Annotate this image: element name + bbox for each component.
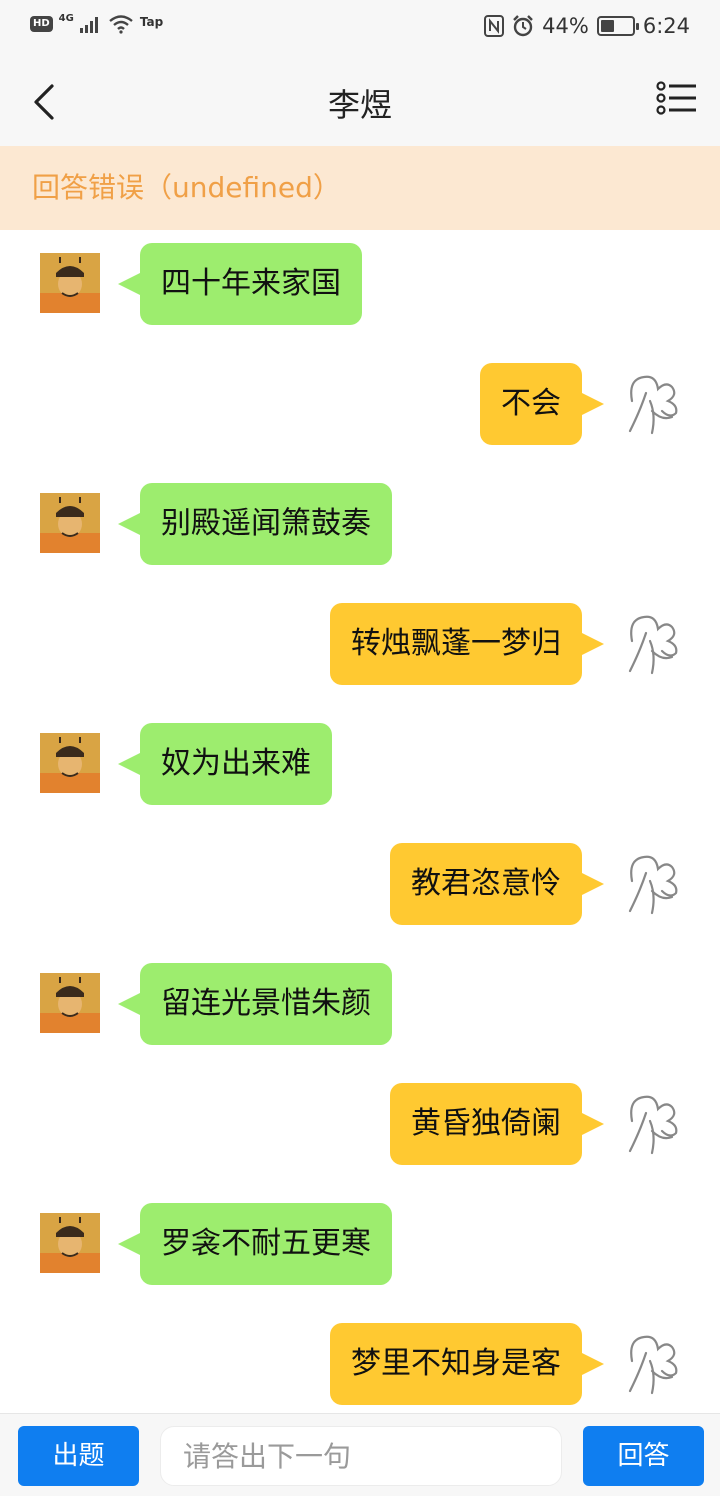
list-menu-icon[interactable] [656,80,698,116]
user-avatar[interactable] [622,1331,682,1397]
poet-avatar[interactable] [40,733,100,793]
user-message-bubble[interactable]: 不会 [480,363,604,445]
poet-avatar[interactable] [40,493,100,553]
ask-question-button[interactable]: 出题 [18,1426,139,1486]
user-message-row: 梦里不知身是客 [0,1323,720,1407]
bottom-bar: 出题 回答 [0,1413,720,1496]
answer-input[interactable] [160,1426,562,1486]
clock: 6:24 [642,14,690,38]
poet-message-bubble[interactable]: 留连光景惜朱颜 [118,963,392,1045]
nav-bar: 李煜 [0,58,720,146]
battery-icon [596,16,639,36]
user-message-bubble[interactable]: 教君恣意怜 [390,843,604,925]
wifi-icon [109,15,133,34]
poet-message-bubble[interactable]: 罗衾不耐五更寒 [118,1203,392,1285]
page-title: 李煜 [327,86,392,124]
poet-message-row: 奴为出来难 [0,723,720,807]
user-message-bubble[interactable]: 转烛飘蓬一梦归 [330,603,604,685]
nfc-icon [484,15,505,37]
user-avatar[interactable] [622,1091,682,1157]
poet-message-row: 留连光景惜朱颜 [0,963,720,1047]
user-message-bubble[interactable]: 梦里不知身是客 [330,1323,604,1405]
signal-icon [79,17,98,33]
user-message-row: 不会 [0,363,720,447]
battery-percent: 44% [542,14,589,38]
hd-badge: HD [30,16,53,32]
user-avatar[interactable] [622,611,682,677]
status-bar: HD 4G Tap 44% 6:24 [0,0,720,58]
poet-avatar[interactable] [40,973,100,1033]
network-type: 4G [58,12,74,24]
answer-status-banner: 回答错误（undefined） [0,146,720,230]
user-message-row: 教君恣意怜 [0,843,720,927]
tap-label: Tap [139,15,164,29]
poet-message-row: 别殿遥闻箫鼓奏 [0,483,720,567]
chat-list[interactable]: 四十年来家国不会别殿遥闻箫鼓奏转烛飘蓬一梦归奴为出来难 教君恣意怜留连光景惜朱颜黄… [0,230,720,1413]
status-right: 44% 6:24 [484,14,690,38]
poet-message-bubble[interactable]: 奴为出来难 [118,723,332,805]
poet-message-row: 四十年来家国 [0,243,720,327]
answer-button[interactable]: 回答 [583,1426,704,1486]
poet-message-bubble[interactable]: 四十年来家国 [118,243,362,325]
user-message-bubble[interactable]: 黄昏独倚阑 [390,1083,604,1165]
user-avatar[interactable] [622,371,682,437]
poet-message-row: 罗衾不耐五更寒 [0,1203,720,1287]
poet-avatar[interactable] [40,253,100,313]
poet-message-bubble[interactable]: 别殿遥闻箫鼓奏 [118,483,392,565]
user-message-row: 转烛飘蓬一梦归 [0,603,720,687]
alarm-icon [513,15,533,37]
poet-avatar[interactable] [40,1213,100,1273]
user-message-row: 黄昏独倚阑 [0,1083,720,1167]
user-avatar[interactable] [622,851,682,917]
status-left: HD 4G Tap [30,12,164,34]
